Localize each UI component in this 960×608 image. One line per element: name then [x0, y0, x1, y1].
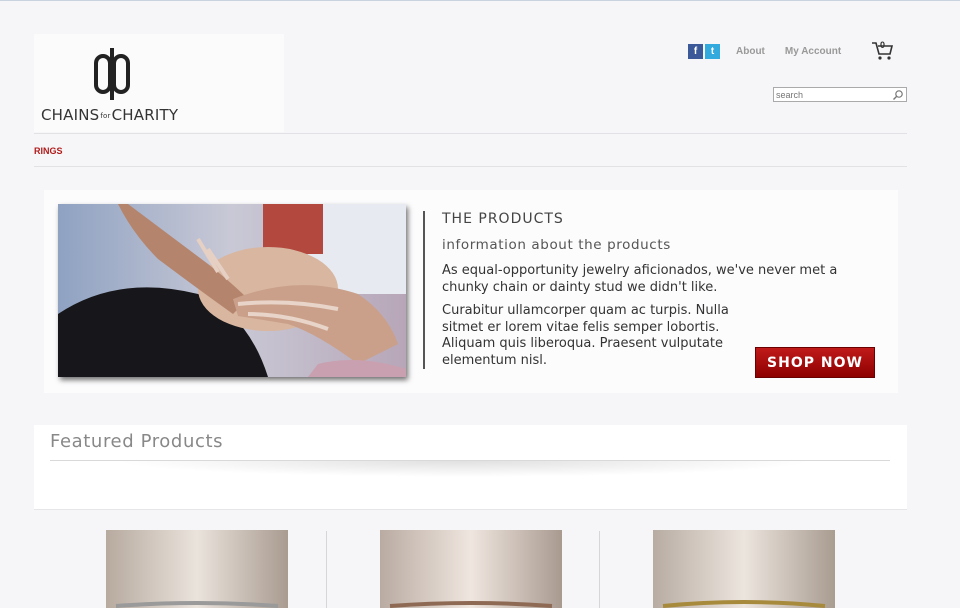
product-image-gold-chain[interactable] [653, 530, 835, 608]
logo[interactable]: CHAINSforCHARITY [34, 34, 284, 132]
twitter-icon[interactable]: t [705, 43, 720, 59]
featured-shadow [114, 461, 814, 477]
cart-count: 0 [880, 40, 886, 50]
promo-photo [58, 204, 406, 377]
header-divider [34, 133, 907, 134]
chain-link-logo-icon [94, 48, 130, 100]
about-link[interactable]: About [736, 46, 765, 57]
promo-paragraph-1: As equal-opportunity jewelry aficionados… [442, 263, 838, 295]
my-account-link[interactable]: My Account [785, 46, 841, 57]
product-image-silver-chain[interactable] [106, 530, 288, 608]
promo-divider [423, 211, 425, 369]
nav-divider [34, 166, 907, 167]
search-box [773, 87, 907, 102]
featured-title: Featured Products [50, 431, 224, 452]
promo-banner: THE PRODUCTS information about the produ… [44, 190, 898, 393]
top-nav: f t About My Account [688, 43, 841, 59]
featured-products-section: Featured Products [34, 425, 907, 509]
search-icon[interactable] [892, 89, 904, 101]
column-divider [326, 531, 327, 608]
product-image-rose-chain[interactable] [380, 530, 562, 608]
column-divider [599, 531, 600, 608]
nav-item-rings[interactable]: RINGS [34, 146, 63, 156]
promo-paragraph-2: Curabitur ullamcorper quam ac turpis. Nu… [442, 303, 729, 368]
search-input[interactable] [774, 89, 892, 100]
section-divider [34, 509, 907, 510]
logo-text: CHAINSforCHARITY [41, 106, 179, 124]
facebook-icon[interactable]: f [688, 43, 703, 59]
promo-subtitle: information about the products [442, 237, 671, 253]
promo-title: THE PRODUCTS [442, 211, 564, 227]
shop-now-button[interactable]: SHOP NOW [755, 347, 875, 378]
